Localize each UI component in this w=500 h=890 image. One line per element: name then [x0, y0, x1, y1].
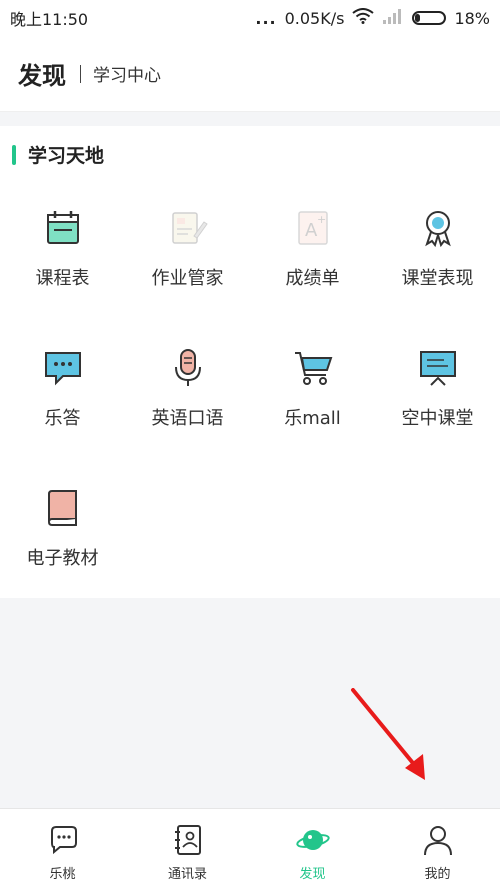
feature-label: 乐mall	[284, 408, 341, 429]
feature-item-grades[interactable]: A + 成绩单	[250, 188, 375, 328]
feature-row: 电子教材	[0, 468, 500, 608]
contacts-icon	[171, 823, 205, 857]
feature-item-mall[interactable]: 乐mall	[250, 328, 375, 468]
header-divider	[80, 64, 81, 83]
tab-label: 乐桃	[49, 867, 76, 882]
tab-discover[interactable]: 发现	[250, 809, 375, 890]
award-icon	[418, 208, 458, 248]
learning-section: 学习天地 课程表 作业管家 A + 成绩单 课堂表现 乐答 英语口语 乐mall…	[0, 126, 500, 598]
network-speed: 0.05K/s	[284, 8, 345, 28]
section-accent-bar	[12, 144, 16, 165]
shopping-cart-icon	[293, 348, 333, 388]
page-header: 发现 学习中心	[0, 36, 500, 112]
status-bar: 晚上11:50 ... 0.05K/s 18%	[0, 0, 500, 36]
calendar-icon	[43, 208, 83, 248]
feature-label: 成绩单	[285, 268, 340, 289]
feature-item-schedule[interactable]: 课程表	[0, 188, 125, 328]
section-header: 学习天地	[12, 141, 104, 168]
status-dots: ...	[255, 8, 277, 28]
feature-grid: 课程表 作业管家 A + 成绩单 课堂表现 乐答 英语口语 乐mall 空中课堂…	[0, 188, 500, 608]
battery-icon	[412, 11, 447, 25]
feature-row: 乐答 英语口语 乐mall 空中课堂	[0, 328, 500, 468]
battery-level: 18%	[454, 8, 490, 28]
feature-item-online-class[interactable]: 空中课堂	[375, 328, 500, 468]
page-title: 发现	[18, 62, 66, 90]
feature-label: 电子教材	[26, 548, 99, 569]
tab-letao[interactable]: 乐桃	[0, 809, 125, 890]
feature-label: 空中课堂	[401, 408, 474, 429]
presentation-screen-icon	[418, 348, 458, 388]
homework-icon	[168, 208, 208, 248]
wifi-icon	[352, 8, 375, 28]
tab-contacts[interactable]: 通讯录	[125, 809, 250, 890]
page-subtitle: 学习中心	[93, 66, 161, 86]
planet-icon	[295, 823, 330, 857]
feature-label: 课程表	[35, 268, 90, 289]
chat-icon	[46, 823, 80, 857]
book-icon	[43, 488, 83, 528]
feature-label: 作业管家	[151, 268, 224, 289]
user-icon	[421, 823, 455, 857]
svg-text:+: +	[317, 213, 326, 226]
feature-label: 乐答	[44, 408, 81, 429]
feature-label: 英语口语	[151, 408, 224, 429]
feature-label: 课堂表现	[401, 268, 474, 289]
signal-icon	[382, 8, 404, 28]
feature-item-homework[interactable]: 作业管家	[125, 188, 250, 328]
status-right: ... 0.05K/s 18%	[255, 8, 490, 28]
feature-item-qa[interactable]: 乐答	[0, 328, 125, 468]
status-time: 晚上11:50	[10, 10, 89, 29]
tab-label: 我的	[424, 867, 451, 882]
feature-row: 课程表 作业管家 A + 成绩单 课堂表现	[0, 188, 500, 328]
tab-label: 通讯录	[167, 867, 207, 882]
feature-item-performance[interactable]: 课堂表现	[375, 188, 500, 328]
tab-mine[interactable]: 我的	[375, 809, 500, 890]
section-title: 学习天地	[28, 145, 105, 167]
tab-label: 发现	[299, 867, 326, 882]
annotation-arrow	[351, 688, 425, 780]
microphone-icon	[168, 348, 208, 388]
bottom-nav: 乐桃 通讯录 发现 我的	[0, 808, 500, 890]
feature-item-ebook[interactable]: 电子教材	[0, 468, 125, 608]
chat-bubble-icon	[43, 348, 83, 388]
grade-sheet-icon: A +	[293, 208, 333, 248]
feature-item-english-speaking[interactable]: 英语口语	[125, 328, 250, 468]
